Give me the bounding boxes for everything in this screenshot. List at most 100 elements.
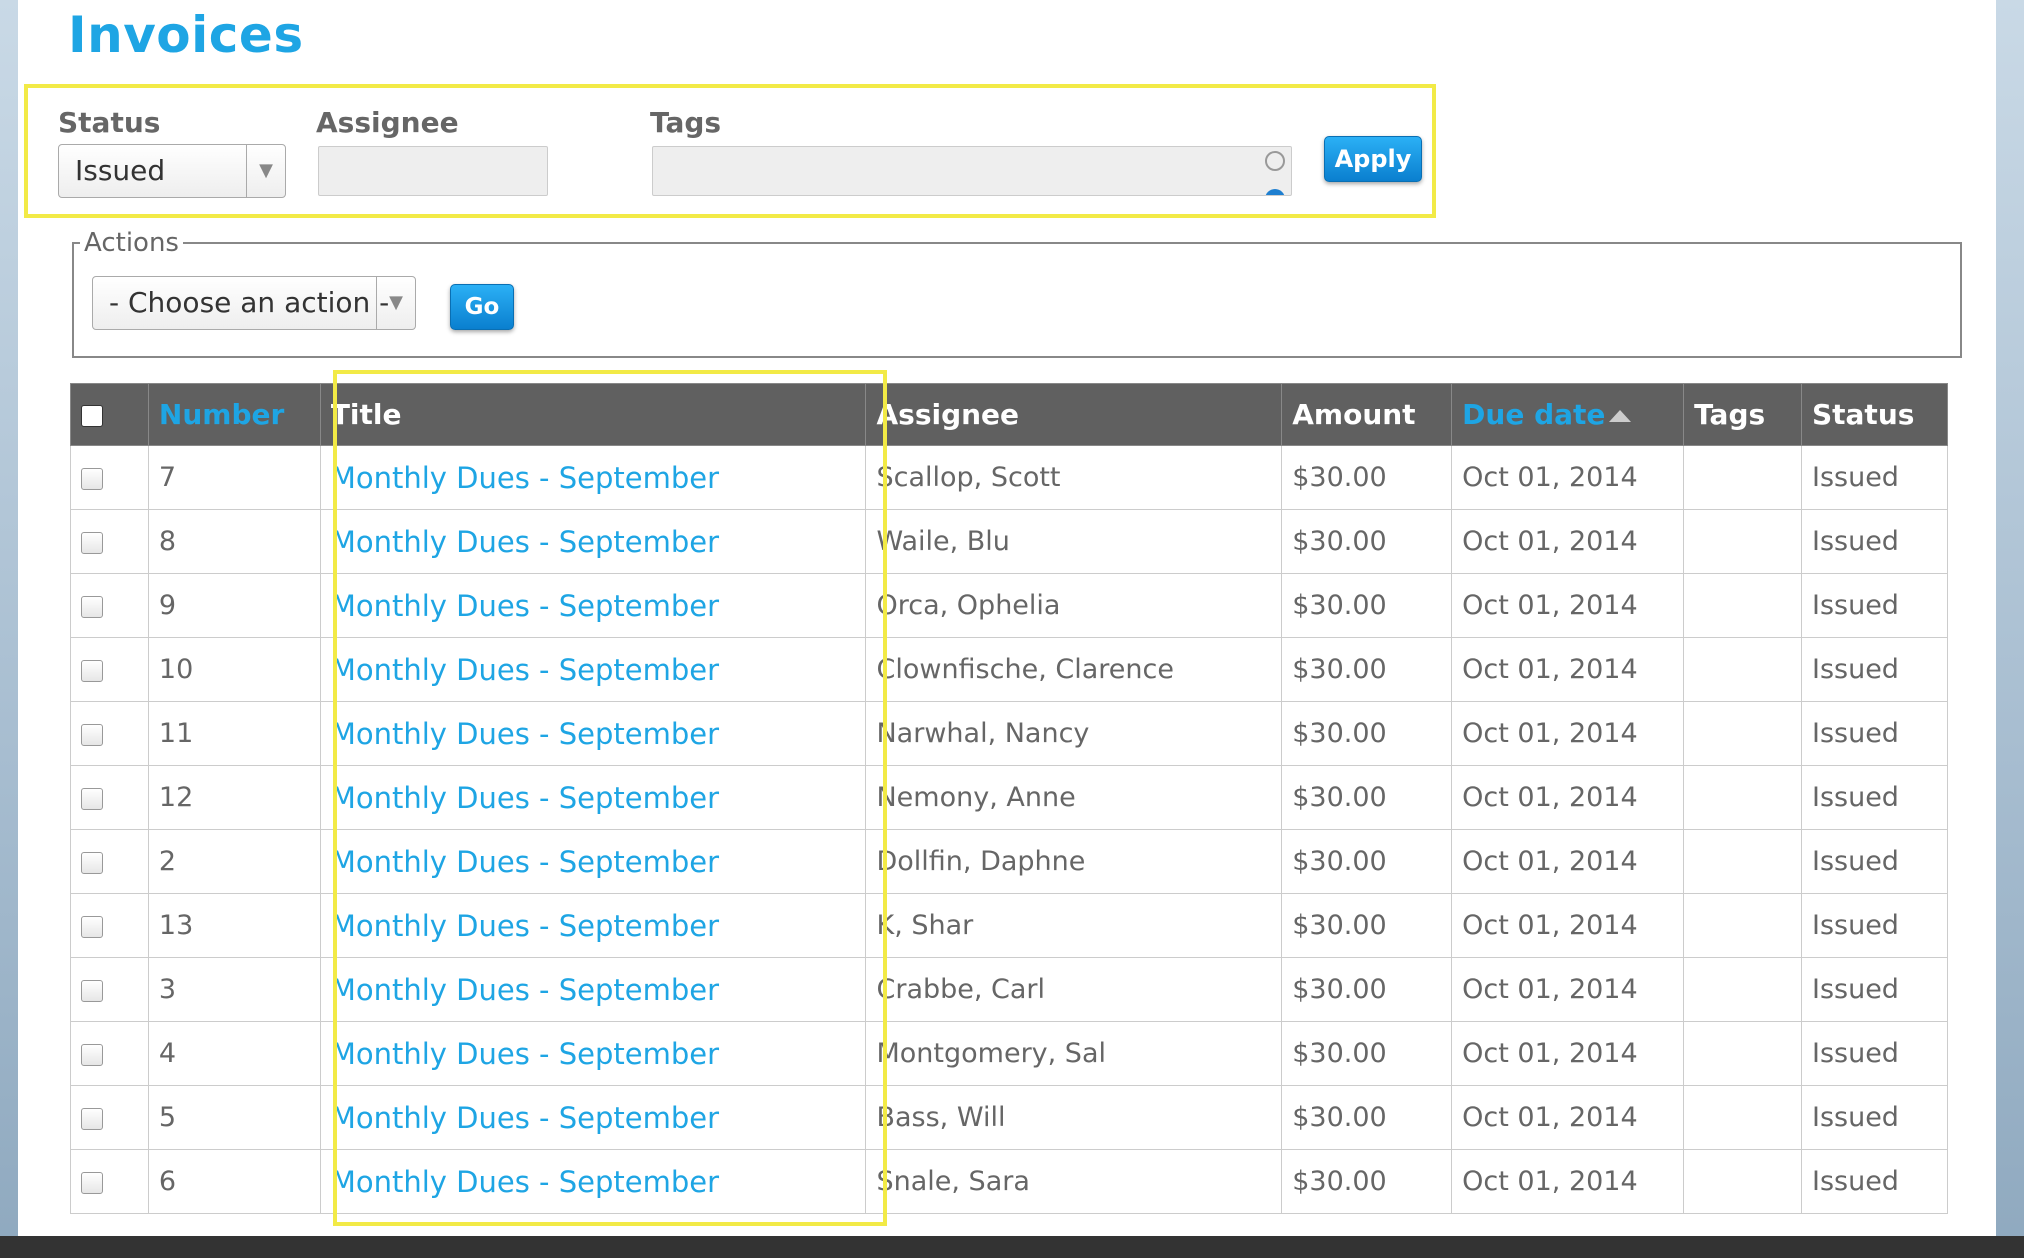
- invoice-number: 6: [147, 1149, 321, 1214]
- select-all-checkbox[interactable]: [81, 405, 103, 427]
- row-checkbox[interactable]: [81, 467, 103, 490]
- row-checkbox[interactable]: [81, 531, 103, 554]
- invoice-title-link[interactable]: Monthly Dues - September: [331, 1037, 719, 1071]
- column-header-number[interactable]: Number: [147, 383, 321, 446]
- column-header-tags-label: Tags: [1694, 398, 1766, 431]
- invoice-title-cell: Monthly Dues - September: [319, 1149, 867, 1214]
- invoice-tags: [1683, 637, 1802, 702]
- invoice-title-link[interactable]: Monthly Dues - September: [331, 973, 719, 1007]
- table-row: 10 Monthly Dues - September Clownfische, C…: [70, 637, 1949, 702]
- table-row: 11 Monthly Dues - September Narwhal, Nancy…: [70, 701, 1949, 766]
- invoice-tags: [1683, 573, 1802, 638]
- table-row: 4 Monthly Dues - September Montgomery, Sal…: [70, 1021, 1949, 1086]
- status-select[interactable]: Issued ▼: [58, 144, 286, 198]
- invoice-due-date: Oct 01, 2014: [1451, 509, 1685, 574]
- action-select-value: - Choose an action -: [109, 286, 390, 319]
- invoice-number: 9: [147, 573, 321, 638]
- invoice-amount: $30.00: [1281, 893, 1453, 958]
- invoice-number: 7: [147, 445, 321, 510]
- invoice-title-link[interactable]: Monthly Dues - September: [331, 525, 719, 559]
- sort-ascending-icon: [1609, 410, 1632, 422]
- row-checkbox[interactable]: [81, 1171, 103, 1194]
- invoice-assignee: Bass, Will: [865, 1085, 1283, 1150]
- assignee-input[interactable]: [318, 146, 548, 196]
- invoice-title-link[interactable]: Monthly Dues - September: [331, 653, 719, 687]
- invoice-due-date: Oct 01, 2014: [1451, 957, 1685, 1022]
- invoice-number: 13: [147, 893, 321, 958]
- invoice-number: 8: [147, 509, 321, 574]
- column-header-due-date[interactable]: Due date: [1451, 383, 1685, 446]
- tags-input[interactable]: [652, 146, 1292, 196]
- row-select-cell: [70, 509, 149, 574]
- loading-spinner-icon: [1265, 151, 1285, 171]
- page-content: Invoices Status Issued ▼ Assignee Tags A…: [18, 0, 1996, 1236]
- invoice-assignee: Dollfin, Daphne: [865, 829, 1283, 894]
- invoice-assignee: Scallop, Scott: [865, 445, 1283, 510]
- invoice-tags: [1683, 893, 1802, 958]
- table-row: 7 Monthly Dues - September Scallop, Scott $…: [70, 445, 1949, 510]
- invoice-tags: [1683, 957, 1802, 1022]
- invoice-title-link[interactable]: Monthly Dues - September: [331, 717, 719, 751]
- invoice-due-date: Oct 01, 2014: [1451, 573, 1685, 638]
- invoice-due-date: Oct 01, 2014: [1451, 893, 1685, 958]
- page-title: Invoices: [68, 6, 304, 64]
- go-button[interactable]: Go: [450, 284, 514, 330]
- invoice-title-link[interactable]: Monthly Dues - September: [331, 1165, 719, 1199]
- row-checkbox[interactable]: [81, 915, 103, 938]
- table-row: 5 Monthly Dues - September Bass, Will $30.0…: [70, 1085, 1949, 1150]
- invoice-due-date: Oct 01, 2014: [1451, 637, 1685, 702]
- row-checkbox[interactable]: [81, 979, 103, 1002]
- row-checkbox[interactable]: [81, 1043, 103, 1066]
- row-checkbox[interactable]: [81, 851, 103, 874]
- table-row: 12 Monthly Dues - September Nemony, Anne $3…: [70, 765, 1949, 830]
- scroll-indicator-icon: [1265, 189, 1285, 195]
- row-checkbox[interactable]: [81, 595, 103, 618]
- bottom-bar: [0, 1236, 2024, 1258]
- invoice-due-date: Oct 01, 2014: [1451, 1149, 1685, 1214]
- invoice-tags: [1683, 765, 1802, 830]
- invoice-title-link[interactable]: Monthly Dues - September: [331, 845, 719, 879]
- invoice-status: Issued: [1800, 1149, 1949, 1214]
- column-header-title: Title: [319, 383, 867, 446]
- invoice-amount: $30.00: [1281, 829, 1453, 894]
- invoice-number: 12: [147, 765, 321, 830]
- invoice-amount: $30.00: [1281, 1021, 1453, 1086]
- invoice-title-cell: Monthly Dues - September: [319, 573, 867, 638]
- invoice-title-link[interactable]: Monthly Dues - September: [331, 1101, 719, 1135]
- invoice-due-date: Oct 01, 2014: [1451, 701, 1685, 766]
- table-row: 9 Monthly Dues - September Orca, Ophelia $3…: [70, 573, 1949, 638]
- invoice-title-link[interactable]: Monthly Dues - September: [331, 909, 719, 943]
- action-select[interactable]: - Choose an action - ▼: [92, 276, 416, 330]
- invoice-assignee: Orca, Ophelia: [865, 573, 1283, 638]
- assignee-filter-label: Assignee: [316, 106, 459, 139]
- invoice-amount: $30.00: [1281, 701, 1453, 766]
- invoice-amount: $30.00: [1281, 1085, 1453, 1150]
- column-header-tags: Tags: [1683, 383, 1802, 446]
- invoice-number: 11: [147, 701, 321, 766]
- invoice-amount: $30.00: [1281, 445, 1453, 510]
- apply-button[interactable]: Apply: [1324, 136, 1422, 182]
- actions-legend: Actions: [80, 228, 183, 258]
- invoice-status: Issued: [1800, 957, 1949, 1022]
- invoice-title-cell: Monthly Dues - September: [319, 829, 867, 894]
- status-select-value: Issued: [75, 154, 166, 187]
- row-checkbox[interactable]: [81, 787, 103, 810]
- invoice-title-cell: Monthly Dues - September: [319, 957, 867, 1022]
- row-checkbox[interactable]: [81, 723, 103, 746]
- invoice-assignee: Narwhal, Nancy: [865, 701, 1283, 766]
- invoice-title-link[interactable]: Monthly Dues - September: [331, 589, 719, 623]
- invoice-status: Issued: [1800, 509, 1949, 574]
- invoice-title-link[interactable]: Monthly Dues - September: [331, 781, 719, 815]
- status-filter-label: Status: [58, 106, 161, 139]
- row-checkbox[interactable]: [81, 659, 103, 682]
- row-checkbox[interactable]: [81, 1107, 103, 1130]
- row-select-cell: [70, 957, 149, 1022]
- invoice-title-link[interactable]: Monthly Dues - September: [331, 461, 719, 495]
- column-header-assignee-label: Assignee: [876, 398, 1020, 431]
- invoice-title-cell: Monthly Dues - September: [319, 1085, 867, 1150]
- column-header-status: Status: [1800, 383, 1949, 446]
- table-header-row: Number Title Assignee Amount Due date Ta…: [70, 383, 1949, 446]
- row-select-cell: [70, 893, 149, 958]
- invoice-amount: $30.00: [1281, 765, 1453, 830]
- table-row: 6 Monthly Dues - September Snale, Sara $30.…: [70, 1149, 1949, 1214]
